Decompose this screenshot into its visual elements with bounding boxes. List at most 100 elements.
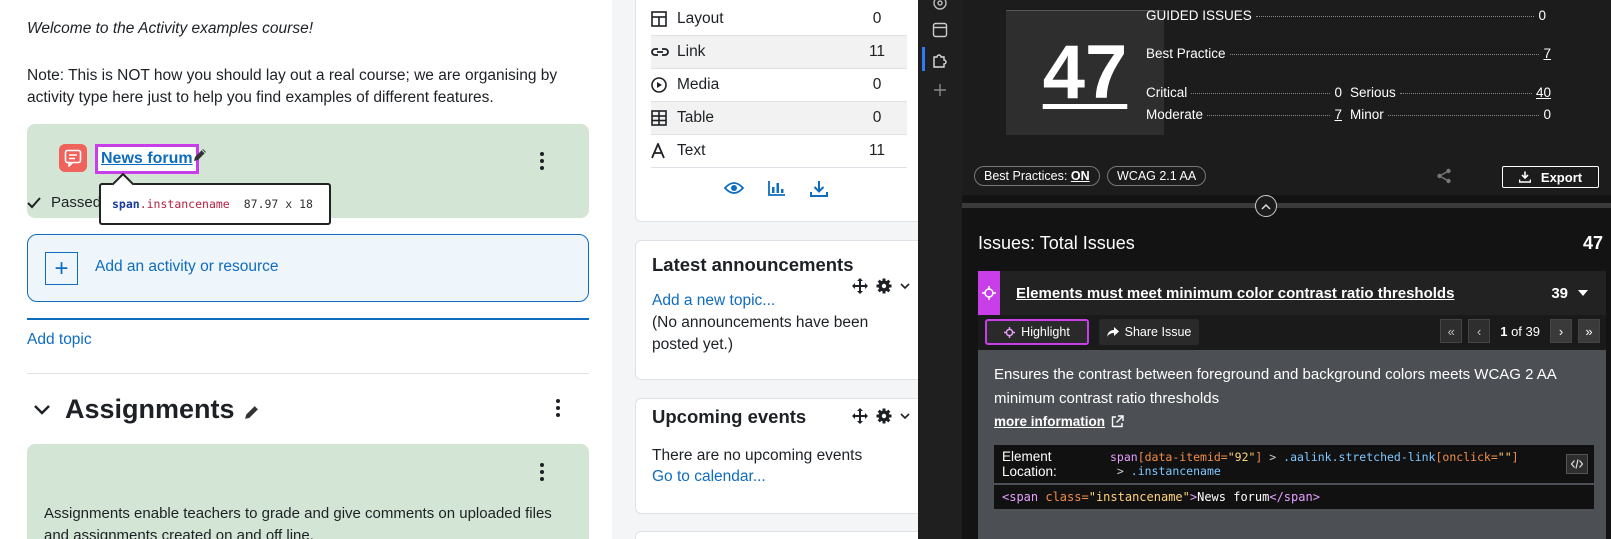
serious-value[interactable]: 40 (1536, 85, 1551, 100)
share-issue-button[interactable]: Share Issue (1099, 319, 1199, 345)
section-title: Assignments (65, 394, 235, 424)
gear-icon[interactable] (876, 408, 892, 424)
block-controls (852, 408, 910, 424)
next-block (635, 531, 918, 539)
snippet-text: News forum (1197, 490, 1270, 504)
stats-value: 0 (872, 76, 882, 93)
total-issues-box[interactable]: 47 (1006, 10, 1164, 135)
prev-page-button[interactable]: ‹ (1468, 319, 1491, 343)
export-label: Export (1540, 169, 1583, 185)
stats-label: Table (677, 109, 715, 126)
collapse-summary-button[interactable] (1255, 195, 1277, 217)
media-icon (651, 77, 677, 93)
element-location: Element Location: span[data-itemid="92"]… (994, 445, 1594, 483)
issues-total: 47 (1582, 233, 1603, 253)
link-icon (651, 45, 677, 59)
assignments-description: Assignments enable teachers to grade and… (44, 505, 552, 539)
upcoming-events-block: Upcoming events There are no upcoming ev… (635, 398, 918, 514)
caret-down-icon[interactable] (1578, 290, 1588, 296)
stats-label: Text (677, 142, 706, 159)
stats-label: Media (677, 76, 720, 93)
download-icon[interactable] (810, 180, 828, 198)
move-icon[interactable] (852, 408, 868, 424)
puzzle-icon[interactable] (929, 49, 951, 71)
best-practice-label: Best Practice (1146, 46, 1226, 61)
issue-name[interactable]: Elements must meet minimum color contras… (1016, 285, 1551, 302)
issues-title: Issues: Total Issues (978, 233, 1135, 253)
guided-issues-row: GUIDED ISSUES 0 (1146, 8, 1546, 23)
events-empty-text: There are no upcoming events (652, 447, 863, 464)
course-note: Note: This is NOT how you should lay out… (27, 67, 558, 106)
devtools-activity-bar (918, 0, 962, 539)
last-page-button[interactable]: » (1578, 319, 1600, 343)
critical-label: Critical (1146, 85, 1188, 100)
settings-icon[interactable] (929, 0, 951, 14)
share-arrow-icon (1106, 327, 1119, 337)
stats-row: Text 11 (651, 135, 907, 168)
tooltip-class: .instancename (139, 197, 230, 211)
moderate-value[interactable]: 7 (1334, 107, 1342, 122)
highlight-button[interactable]: Highlight (985, 319, 1089, 345)
stats-value: 11 (868, 43, 886, 60)
crosshair-icon (978, 271, 1000, 315)
latest-announcements-block: Latest announcements Add a new topic... … (635, 240, 918, 380)
stats-label: Link (677, 43, 706, 60)
block-title: Upcoming events (652, 406, 807, 427)
edit-pencil-icon[interactable] (192, 147, 208, 168)
chevron-down-icon[interactable] (900, 412, 910, 420)
more-information-link[interactable]: more information (994, 414, 1124, 429)
gear-icon[interactable] (876, 278, 892, 294)
serious-row: Serious 40 (1350, 85, 1551, 100)
accessibility-stats-block: Layout 0 Link 11 Media 0 Table 0 Text 11 (635, 0, 918, 222)
share-icon[interactable] (1436, 168, 1452, 189)
accessibility-panel: 47 GUIDED ISSUES 0 Best Practice 7 Critica… (962, 0, 1611, 539)
move-icon[interactable] (852, 278, 868, 294)
issue-pager: « ‹ 1 of 39 › » (1440, 319, 1600, 343)
share-issue-label: Share Issue (1124, 325, 1192, 339)
highlight-label: Highlight (1021, 325, 1070, 339)
issues-summary: 47 GUIDED ISSUES 0 Best Practice 7 Critica… (962, 0, 1611, 195)
more-info-label: more information (994, 414, 1106, 429)
news-forum-link[interactable]: News forum (95, 144, 199, 174)
block-title: Latest announcements (652, 254, 854, 275)
best-practice-value[interactable]: 7 (1543, 46, 1551, 61)
go-to-calendar-link[interactable]: Go to calendar... (652, 468, 766, 486)
add-icon[interactable] (929, 79, 951, 101)
plus-icon: + (45, 252, 78, 285)
stats-value: 0 (872, 10, 882, 27)
forum-actions-menu[interactable] (535, 152, 549, 170)
eye-icon[interactable] (724, 180, 744, 196)
best-practices-pill-label: Best Practices: (984, 169, 1068, 183)
wcag-level-pill[interactable]: WCAG 2.1 AA (1107, 166, 1207, 186)
next-page-button[interactable]: › (1550, 319, 1572, 343)
chevron-down-icon[interactable] (33, 404, 51, 416)
add-new-topic-link[interactable]: Add a new topic... (652, 292, 775, 310)
first-page-button[interactable]: « (1440, 319, 1463, 343)
element-location-label: Element Location: (1002, 449, 1057, 479)
export-button[interactable]: Export (1502, 166, 1599, 188)
issue-header[interactable]: Elements must meet minimum color contras… (978, 271, 1606, 315)
text-icon (651, 143, 677, 159)
best-practice-row: Best Practice 7 (1146, 46, 1551, 61)
code-view-button[interactable] (1566, 454, 1588, 474)
assignment-actions-menu[interactable] (535, 463, 549, 481)
add-activity-button[interactable]: + Add an activity or resource (27, 234, 589, 302)
code-icon (1571, 459, 1583, 469)
chevron-down-icon[interactable] (900, 282, 910, 290)
stats-value: 11 (868, 142, 886, 159)
add-topic-link[interactable]: Add topic (27, 331, 92, 349)
tooltip-size: 87.97 x 18 (243, 197, 313, 211)
window-icon[interactable] (929, 19, 951, 41)
chart-icon[interactable] (768, 180, 786, 196)
element-inspector-tooltip: span .instancename 87.97 x 18 (99, 183, 331, 225)
critical-row: Critical 0 (1146, 85, 1342, 100)
stats-value: 0 (872, 109, 882, 126)
guided-issues-label: GUIDED ISSUES (1146, 8, 1252, 23)
stats-row: Layout 0 (651, 3, 907, 36)
best-practices-toggle[interactable]: Best Practices: ON (974, 166, 1100, 186)
section-actions-menu[interactable] (551, 399, 565, 417)
assignments-card: Assignments enable teachers to grade and… (27, 444, 589, 539)
stats-row: Table 0 (651, 102, 907, 135)
edit-pencil-icon[interactable] (243, 404, 260, 421)
critical-value: 0 (1334, 85, 1342, 100)
